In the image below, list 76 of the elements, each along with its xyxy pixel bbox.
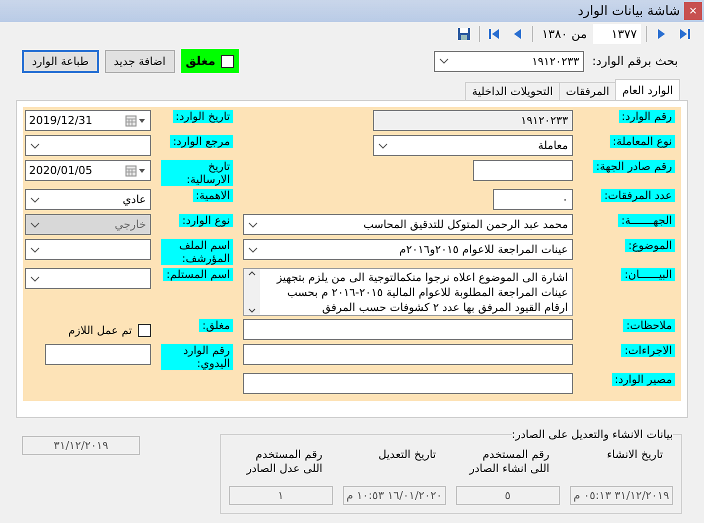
column-header: رقم المستخدم اللى انشاء الصادر <box>468 448 550 477</box>
field-label: رقم الوارد اليدوي: <box>161 344 233 370</box>
dropdown-field[interactable] <box>25 239 151 260</box>
date-field[interactable]: 2020/01/05 <box>25 160 151 181</box>
tab[interactable]: الوارد العام <box>615 79 680 100</box>
print-button[interactable]: طباعة الوارد <box>22 50 99 72</box>
first-icon <box>488 28 502 40</box>
field-label: ملاحظات: <box>623 319 675 332</box>
chevron-down-icon <box>30 276 40 282</box>
field-label: نوع المعاملة: <box>610 135 675 148</box>
field-label: مغلق: <box>199 319 233 332</box>
field-label: مصير الوارد: <box>612 373 675 386</box>
text-field[interactable]: ٠ <box>493 189 573 210</box>
field-label: رقم الوارد: <box>618 110 675 123</box>
scroll-down-icon <box>248 308 256 313</box>
scroll-up-icon <box>248 271 256 276</box>
chevron-down-icon <box>248 222 258 228</box>
field-label: الاهمية: <box>192 189 233 202</box>
record-count: من ١٣٨٠ <box>540 27 588 41</box>
date-field[interactable]: 2019/12/31 <box>25 110 151 131</box>
field-label: عدد المرفقات: <box>601 189 675 202</box>
chevron-down-icon <box>30 246 40 252</box>
tab[interactable]: التحويلات الداخلية <box>465 82 560 100</box>
readonly-field: ١ <box>229 486 332 505</box>
tab[interactable]: المرفقات <box>558 82 616 100</box>
group-title: بيانات الانشاء والتعديل على الصادر: <box>512 428 673 441</box>
field-label: اسم المستلم: <box>163 268 233 281</box>
field-label: اسم الملف المؤرشف: <box>161 239 233 265</box>
checkbox-label: تم عمل اللازم <box>68 324 132 336</box>
text-area[interactable]: اشارة الى الموضوع اعلاه نرجوا منكمالتوجية الى من يلزم بتجهيز عينات المراجعة المطلوبة للاعوام المالية ٢٠١٥-٢٠١٦ م بحسب ارقام القيود المرفق بها عدد ٢ كشوفات حسب المرفق <box>243 268 573 316</box>
add-new-button[interactable]: اضافة جديد <box>104 50 175 72</box>
checkbox[interactable] <box>138 324 151 336</box>
calendar-icon <box>125 164 147 176</box>
search-label: بحث برقم الوارد: <box>592 54 678 68</box>
text-field[interactable] <box>243 319 573 340</box>
dropdown-field[interactable]: عينات المراجعة للاعوام ٢٠١٥و٢٠١٦م <box>243 239 573 260</box>
field-label: مرجع الوارد: <box>170 135 233 148</box>
field-label: تاريخ الوارد: <box>172 110 233 123</box>
close-button[interactable]: × <box>684 2 702 20</box>
save-icon <box>456 27 471 41</box>
last-icon <box>677 28 691 40</box>
field-label: البيــــــان: <box>621 268 675 281</box>
dropdown-field[interactable]: محمد عبد الرحمن المتوكل للتدقيق المحاسب <box>243 214 573 235</box>
text-field[interactable] <box>243 373 573 394</box>
closed-label: مغلق <box>186 54 216 68</box>
dropdown-field[interactable]: معاملة <box>373 135 573 156</box>
readonly-field: ٣١/١٢/٢٠١٩ ٠٥:١٣ م <box>570 486 673 505</box>
dropdown-field[interactable] <box>25 135 151 156</box>
window-title: شاشة بيانات الوارد <box>578 4 680 18</box>
checkbox[interactable] <box>221 54 234 68</box>
chevron-down-icon <box>30 222 40 228</box>
field-label: تاريخ الارسالية: <box>161 160 233 186</box>
record-field[interactable]: ١٣٧٧ <box>593 24 641 44</box>
text-field[interactable] <box>243 344 573 365</box>
field-label: الموضوع: <box>625 239 675 252</box>
calendar-icon <box>125 114 147 126</box>
field-label: الاجراءات: <box>621 344 675 357</box>
readonly-field: ٥ <box>456 486 560 505</box>
text-field[interactable] <box>45 344 151 365</box>
column-header: تاريخ التعديل <box>377 448 437 463</box>
readonly-field: ١٦/٠١/٢٠٢٠ ١٠:٥٣ م <box>342 486 446 505</box>
dropdown-field[interactable] <box>25 268 151 289</box>
text-field[interactable] <box>473 160 573 181</box>
search-field[interactable]: ١٩١٢٠٢٣٣ <box>434 50 584 72</box>
field-label: الجهـــــــة: <box>618 214 675 227</box>
chevron-down-icon <box>30 196 40 202</box>
field-label: نوع الوارد: <box>179 214 233 227</box>
chevron-down-icon <box>378 142 388 148</box>
date-display: ٣١/١٢/٢٠١٩ <box>22 436 140 455</box>
column-header: تاريخ الانشاء <box>606 448 664 463</box>
field-label: رقم صادر الجهة: <box>593 160 675 173</box>
chevron-down-icon <box>439 58 450 64</box>
chevron-down-icon <box>248 246 258 252</box>
chevron-down-icon <box>30 142 40 148</box>
column-header: رقم المستخدم اللى عدل الصادر <box>245 448 324 477</box>
dropdown-field[interactable]: عادي <box>25 189 151 210</box>
